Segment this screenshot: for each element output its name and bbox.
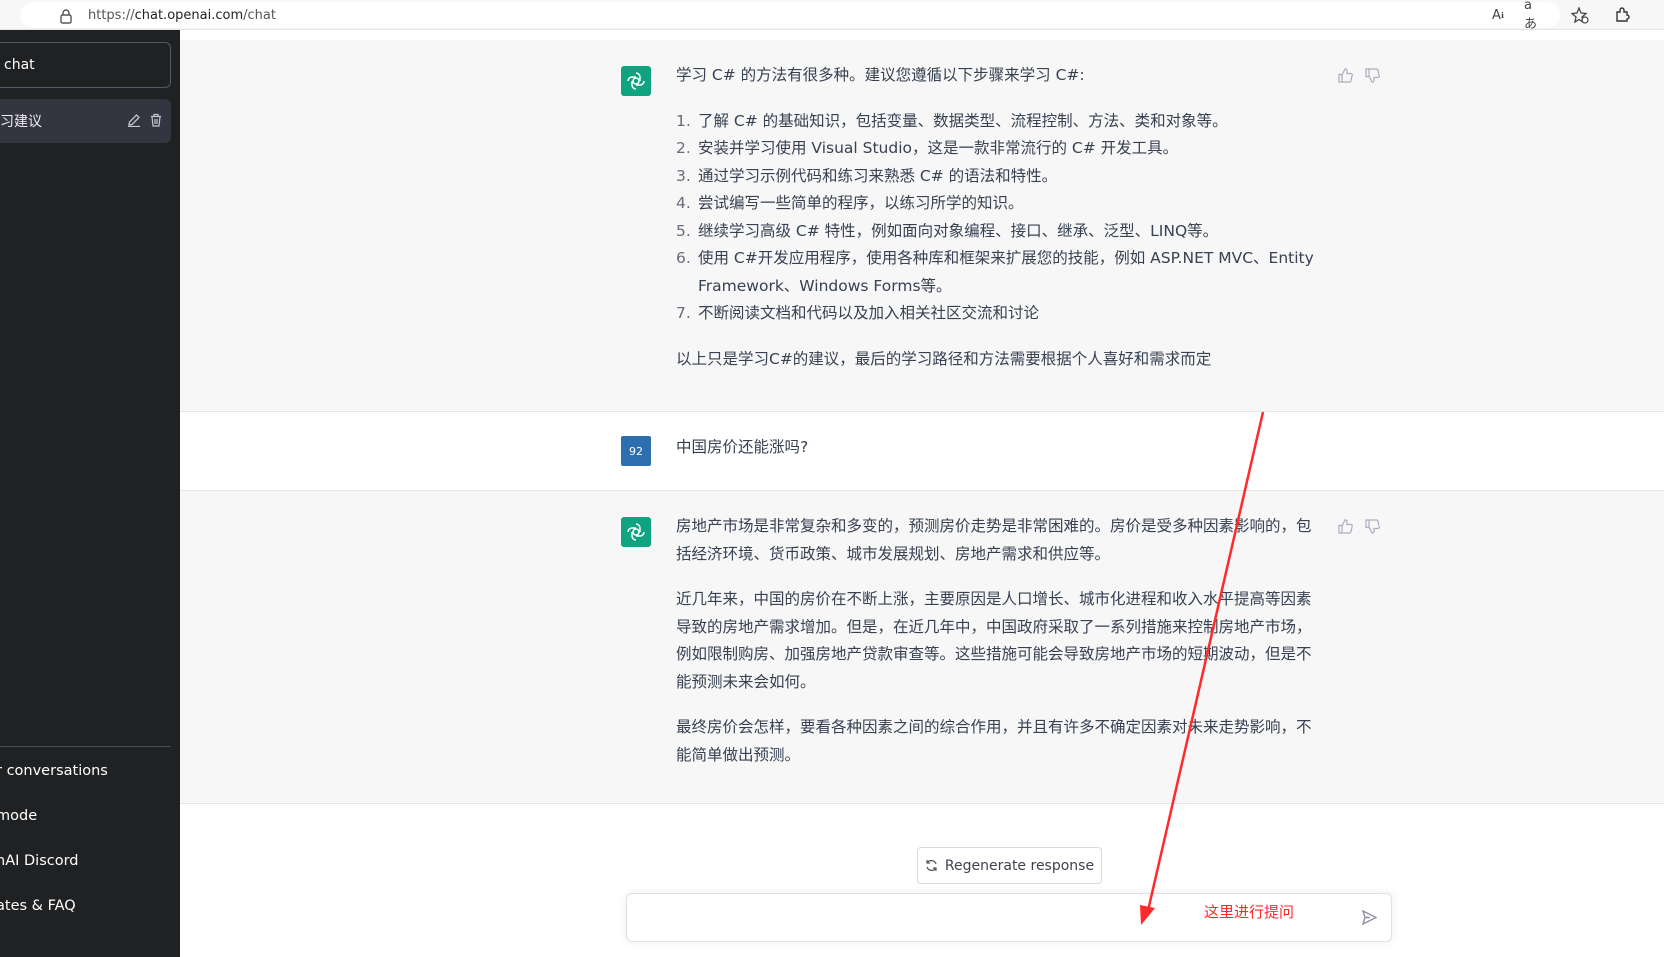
feedback-buttons: [1338, 68, 1380, 83]
translate-icon[interactable]: aあ: [1524, 0, 1544, 32]
regenerate-response-button[interactable]: Regenerate response: [917, 847, 1102, 884]
updates-faq-link[interactable]: ates & FAQ: [0, 898, 76, 914]
annotation-label: 这里进行提问: [1204, 903, 1295, 921]
regenerate-label: Regenerate response: [944, 857, 1095, 874]
sidebar-divider: [0, 746, 171, 747]
user-message-text: 中国房价还能涨吗?: [676, 438, 809, 456]
chatgpt-logo-icon: [621, 66, 651, 96]
thumbs-up-icon[interactable]: [1338, 68, 1353, 83]
browser-toolbar: https://chat.openai.com/chat Aℹ aあ: [0, 0, 1664, 32]
message-paragraph: 房地产市场是非常复杂和多变的，预测房价走势是非常困难的。房价是受多种因素影响的，…: [676, 517, 1312, 563]
message-paragraph: 最终房价会怎样，要看各种因素之间的综合作用，并且有许多不确定因素对未来走势影响，…: [676, 718, 1312, 764]
assistant-message: 学习 C# 的方法有很多种。建议您遵循以下步骤来学习 C#: 1. 了解 C# 的…: [180, 40, 1664, 412]
message-paragraph: 近几年来，中国的房价在不断上涨，主要原因是人口增长、城市化进程和收入水平提高等因…: [676, 590, 1312, 691]
assistant-message-text: 学习 C# 的方法有很多种。建议您遵循以下步骤来学习 C#: 1. 了解 C# 的…: [676, 62, 1316, 391]
clear-conversations-link[interactable]: r conversations: [0, 763, 108, 779]
discord-link[interactable]: nAI Discord: [0, 853, 79, 869]
send-icon[interactable]: [1362, 910, 1377, 925]
assistant-message: 房地产市场是非常复杂和多变的，预测房价走势是非常困难的。房价是受多种因素影响的，…: [180, 491, 1664, 804]
list-item: 3. 通过学习示例代码和练习来熟悉 C# 的语法和特性。: [676, 166, 1058, 185]
conversation-area: 学习 C# 的方法有很多种。建议您遵循以下步骤来学习 C#: 1. 了解 C# 的…: [180, 30, 1664, 957]
list-item: 1. 了解 C# 的基础知识，包括变量、数据类型、流程控制、方法、类和对象等。: [676, 111, 1228, 130]
message-paragraph: 学习 C# 的方法有很多种。建议您遵循以下步骤来学习 C#:: [676, 66, 1085, 84]
new-chat-button[interactable]: chat: [0, 42, 171, 88]
read-aloud-icon[interactable]: Aℹ: [1488, 6, 1508, 24]
refresh-icon: [926, 860, 937, 871]
url-text[interactable]: https://chat.openai.com/chat: [88, 8, 276, 23]
user-avatar: 92: [621, 436, 651, 466]
list-item: 6. 使用 C#开发应用程序，使用各种库和框架来扩展您的技能，例如 ASP.NET…: [676, 249, 1314, 295]
history-actions: [127, 113, 163, 127]
list-item: 7. 不断阅读文档和代码以及加入相关社区交流和讨论: [676, 304, 1040, 322]
chatgpt-logo-icon: [621, 517, 651, 547]
message-paragraph: 以上只是学习C#的建议，最后的学习路径和方法需要根据个人喜好和需求而定: [676, 349, 1212, 368]
trash-icon[interactable]: [149, 113, 163, 127]
favorites-icon[interactable]: [1570, 6, 1590, 24]
assistant-message-text: 房地产市场是非常复杂和多变的，预测房价走势是非常困难的。房价是受多种因素影响的，…: [676, 513, 1316, 787]
thumbs-down-icon[interactable]: [1365, 519, 1380, 534]
history-item-title: 习建议: [0, 114, 42, 130]
new-chat-label: chat: [4, 57, 35, 73]
list-item: 5. 继续学习高级 C# 特性，例如面向对象编程、接口、继承、泛型、LINQ等。: [676, 221, 1219, 240]
lock-icon[interactable]: [60, 9, 72, 24]
sidebar-history-item[interactable]: 习建议: [0, 99, 171, 143]
sidebar: chat 习建议 r conversations mode nAI Discor…: [0, 30, 180, 957]
thumbs-down-icon[interactable]: [1365, 68, 1380, 83]
steps-list: 1. 了解 C# 的基础知识，包括变量、数据类型、流程控制、方法、类和对象等。 2…: [676, 108, 1316, 328]
list-item: 2. 安装并学习使用 Visual Studio，这是一款非常流行的 C# 开发工…: [676, 139, 1179, 157]
list-item: 4. 尝试编写一些简单的程序，以练习所学的知识。: [676, 194, 1024, 212]
address-bar[interactable]: https://chat.openai.com/chat: [20, 2, 1560, 28]
feedback-buttons: [1338, 519, 1380, 534]
thumbs-up-icon[interactable]: [1338, 519, 1353, 534]
user-message: 92 中国房价还能涨吗?: [180, 412, 1664, 491]
edit-icon[interactable]: [127, 113, 141, 127]
dark-mode-link[interactable]: mode: [0, 808, 37, 824]
extensions-icon[interactable]: [1612, 6, 1632, 24]
